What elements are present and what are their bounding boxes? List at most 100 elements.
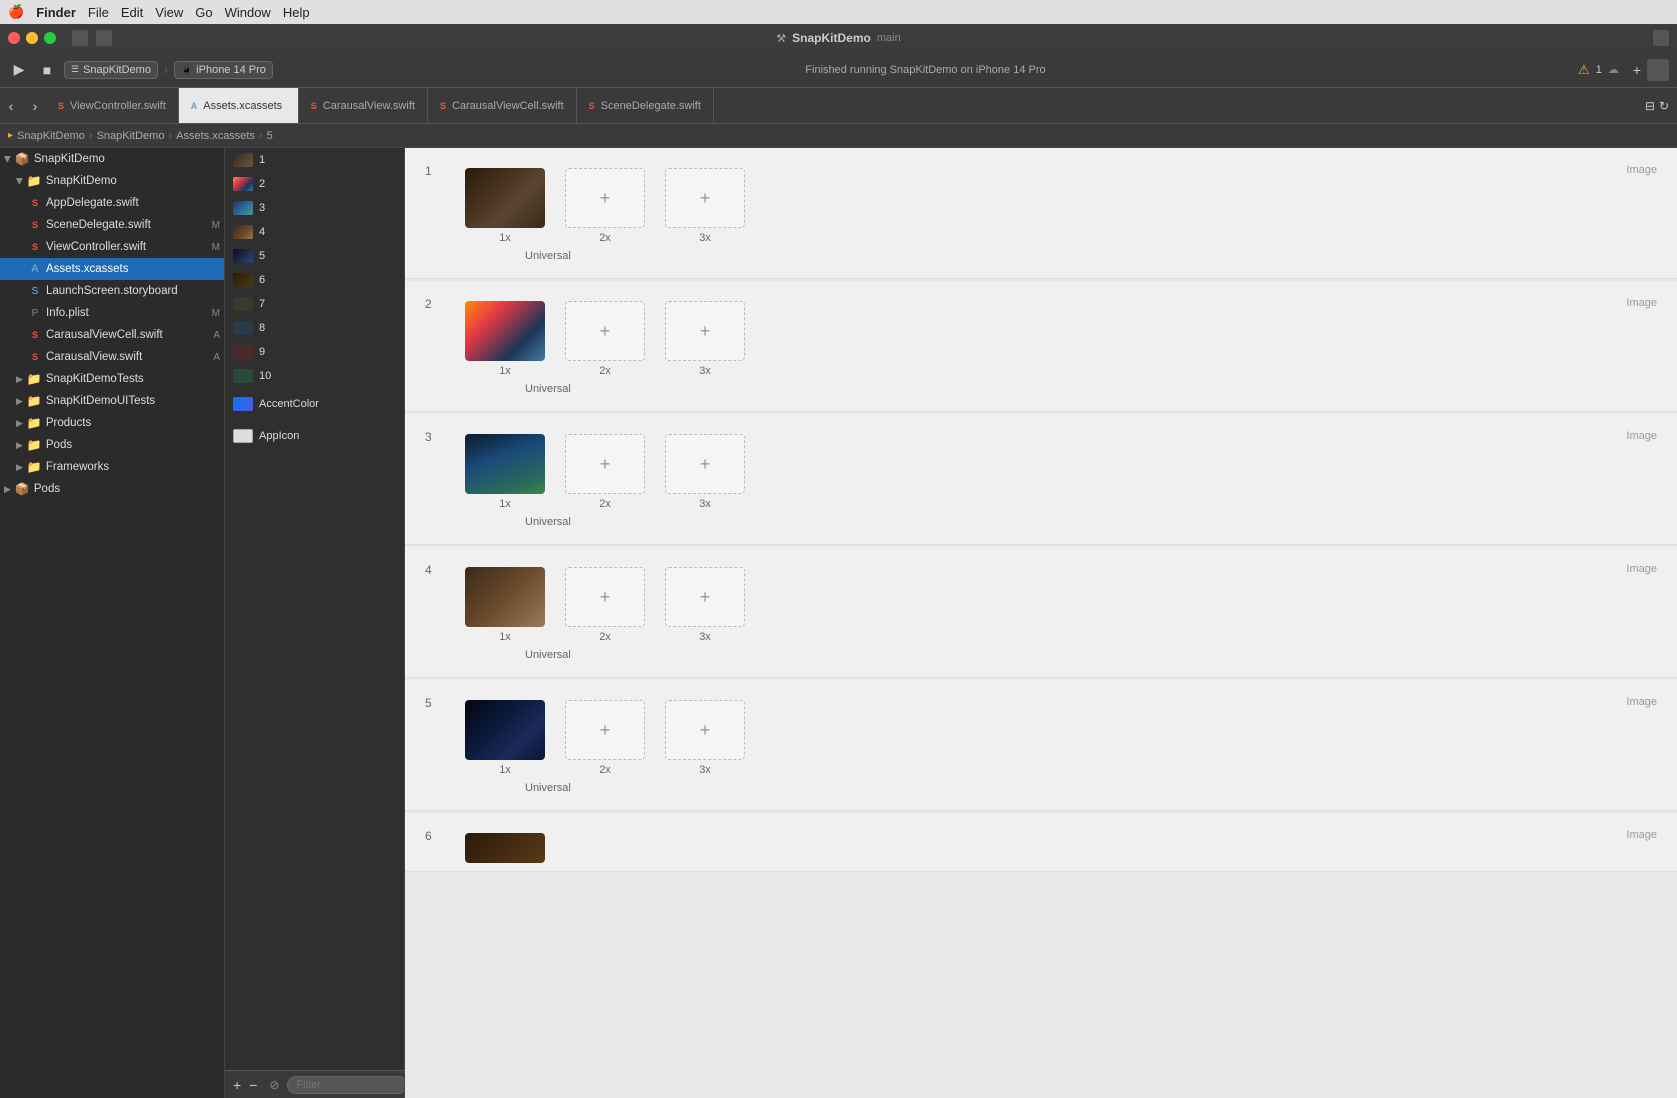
sidebar-item-carausalviewcell[interactable]: S CarausalViewCell.swift A xyxy=(0,324,224,346)
sidebar-toggle-icon[interactable] xyxy=(72,30,88,46)
tab-viewcontroller[interactable]: S ViewController.swift xyxy=(46,88,179,124)
help-menu[interactable]: Help xyxy=(283,5,310,20)
asset-item-10[interactable]: 10 xyxy=(225,364,404,388)
device-selector[interactable]: 📱 iPhone 14 Pro xyxy=(174,61,273,79)
image-box-1x-2[interactable] xyxy=(465,301,545,361)
finder-menu[interactable]: Finder xyxy=(36,5,76,20)
asset-row-3: 3 Image 1x + 2x xyxy=(405,414,1677,545)
plus-icon-2x-2: + xyxy=(600,321,611,342)
asset-row-label-6: Image xyxy=(1626,829,1657,841)
sidebar-item-viewcontroller[interactable]: S ViewController.swift M xyxy=(0,236,224,258)
asset-images-3: 1x + 2x + 3x xyxy=(465,434,1657,510)
asset-item-6[interactable]: 6 xyxy=(225,268,404,292)
image-box-3x-5[interactable]: + xyxy=(665,700,745,760)
asset-item-accentcolor[interactable]: AccentColor xyxy=(233,392,396,416)
stop-button[interactable]: ■ xyxy=(36,59,58,81)
go-menu[interactable]: Go xyxy=(195,5,212,20)
image-box-2x-1[interactable]: + xyxy=(565,168,645,228)
cloud-icon: ☁ xyxy=(1608,63,1619,76)
asset-item-4[interactable]: 4 xyxy=(225,220,404,244)
layout-toggle-icon[interactable] xyxy=(96,30,112,46)
asset-item-3[interactable]: 3 xyxy=(225,196,404,220)
minimize-button[interactable] xyxy=(26,32,38,44)
add-file-button[interactable]: + xyxy=(1633,62,1641,78)
breadcrumb-1[interactable]: SnapKitDemo xyxy=(17,130,85,142)
image-box-3x-1[interactable]: + xyxy=(665,168,745,228)
sidebar-item-infoplist[interactable]: P Info.plist M xyxy=(0,302,224,324)
sidebar-item-pods-root[interactable]: ▶ 📦 Pods xyxy=(0,478,224,500)
sidebar-item-appdelegate[interactable]: S AppDelegate.swift xyxy=(0,192,224,214)
asset-item-2[interactable]: 2 xyxy=(225,172,404,196)
asset-item-9[interactable]: 9 xyxy=(225,340,404,364)
maximize-button[interactable] xyxy=(44,32,56,44)
image-box-2x-3[interactable]: + xyxy=(565,434,645,494)
view-menu[interactable]: View xyxy=(155,5,183,20)
tab-carausalviewcell[interactable]: S CarausalViewCell.swift xyxy=(428,88,577,124)
swift-icon-tab3: S xyxy=(311,101,317,111)
asset-item-8[interactable]: 8 xyxy=(225,316,404,340)
nav-back-button[interactable]: ‹ xyxy=(0,95,22,117)
asset-row-number-3: 3 xyxy=(425,430,432,444)
image-box-2x-2[interactable]: + xyxy=(565,301,645,361)
tab-carausalview[interactable]: S CarausalView.swift xyxy=(299,88,428,124)
asset-item-label-9: 9 xyxy=(259,346,265,358)
asset-thumb-2 xyxy=(233,177,253,191)
panel-toggle-right[interactable] xyxy=(1653,30,1669,46)
asset-item-appicon[interactable]: AppIcon xyxy=(233,424,396,448)
edit-menu[interactable]: Edit xyxy=(121,5,143,20)
editor-options-button[interactable]: ↻ xyxy=(1659,99,1669,113)
sidebar-label: Info.plist xyxy=(46,307,89,319)
image-box-1x-4[interactable] xyxy=(465,567,545,627)
tab-label-assets: Assets.xcassets xyxy=(203,100,282,112)
asset-row-label-4: Image xyxy=(1626,563,1657,575)
image-box-3x-4[interactable]: + xyxy=(665,567,745,627)
sidebar-item-scenedelegate[interactable]: S SceneDelegate.swift M xyxy=(0,214,224,236)
breadcrumb-2[interactable]: SnapKitDemo xyxy=(97,130,165,142)
breadcrumb-3[interactable]: Assets.xcassets xyxy=(176,130,255,142)
sidebar-item-snapkitdemo-group[interactable]: ▶ 📁 SnapKitDemo xyxy=(0,170,224,192)
asset-item-5[interactable]: 5 xyxy=(225,244,404,268)
file-menu[interactable]: File xyxy=(88,5,109,20)
asset-thumb-10 xyxy=(233,369,253,383)
sidebar-item-carausalview[interactable]: S CarausalView.swift A xyxy=(0,346,224,368)
apple-menu[interactable]: 🍎 xyxy=(8,4,24,20)
asset-item-7[interactable]: 7 xyxy=(225,292,404,316)
image-box-1x-6[interactable] xyxy=(465,833,545,863)
plus-icon-3x-1: + xyxy=(700,188,711,209)
image-box-1x-3[interactable] xyxy=(465,434,545,494)
layout-options-button[interactable] xyxy=(1647,59,1669,81)
split-editor-button[interactable]: ⊟ xyxy=(1645,99,1655,113)
sidebar-item-launchscreen[interactable]: S LaunchScreen.storyboard xyxy=(0,280,224,302)
image-box-2x-4[interactable]: + xyxy=(565,567,645,627)
sidebar-item-assets[interactable]: A Assets.xcassets xyxy=(0,258,224,280)
sidebar-item-pods[interactable]: ▶ 📁 Pods xyxy=(0,434,224,456)
scale-label-1x-4: 1x xyxy=(499,631,511,643)
window-menu[interactable]: Window xyxy=(225,5,271,20)
asset-item-1[interactable]: 1 xyxy=(225,148,404,172)
run-button[interactable]: ▶ xyxy=(8,59,30,81)
plus-icon-2x-5: + xyxy=(600,720,611,741)
sidebar-item-snapkitdemouitests[interactable]: ▶ 📁 SnapKitDemoUITests xyxy=(0,390,224,412)
asset-row-number-4: 4 xyxy=(425,563,432,577)
tab-assets[interactable]: A Assets.xcassets xyxy=(179,88,299,124)
tab-scenedelegate[interactable]: S SceneDelegate.swift xyxy=(577,88,714,124)
asset-item-label-7: 7 xyxy=(259,298,265,310)
sidebar-item-snapkitdemotests[interactable]: ▶ 📁 SnapKitDemoTests xyxy=(0,368,224,390)
main-layout: ▶ 📦 SnapKitDemo ▶ 📁 SnapKitDemo S AppDel… xyxy=(0,148,1677,1098)
image-box-3x-2[interactable]: + xyxy=(665,301,745,361)
asset-thumb-7 xyxy=(233,297,253,311)
image-box-3x-3[interactable]: + xyxy=(665,434,745,494)
close-button[interactable] xyxy=(8,32,20,44)
file-badge-m: M xyxy=(212,220,220,231)
sidebar-item-frameworks[interactable]: ▶ 📁 Frameworks xyxy=(0,456,224,478)
plus-icon-3x-3: + xyxy=(700,454,711,475)
image-box-1x-5[interactable] xyxy=(465,700,545,760)
titlebar: ⚒ SnapKitDemo main xyxy=(0,24,1677,52)
scheme-selector[interactable]: ☰ SnapKitDemo xyxy=(64,61,158,79)
image-box-2x-5[interactable]: + xyxy=(565,700,645,760)
image-box-1x-1[interactable] xyxy=(465,168,545,228)
sidebar-item-project-root[interactable]: ▶ 📦 SnapKitDemo xyxy=(0,148,224,170)
nav-forward-button[interactable]: › xyxy=(24,95,46,117)
breadcrumb-4[interactable]: 5 xyxy=(267,130,273,142)
sidebar-item-products[interactable]: ▶ 📁 Products xyxy=(0,412,224,434)
